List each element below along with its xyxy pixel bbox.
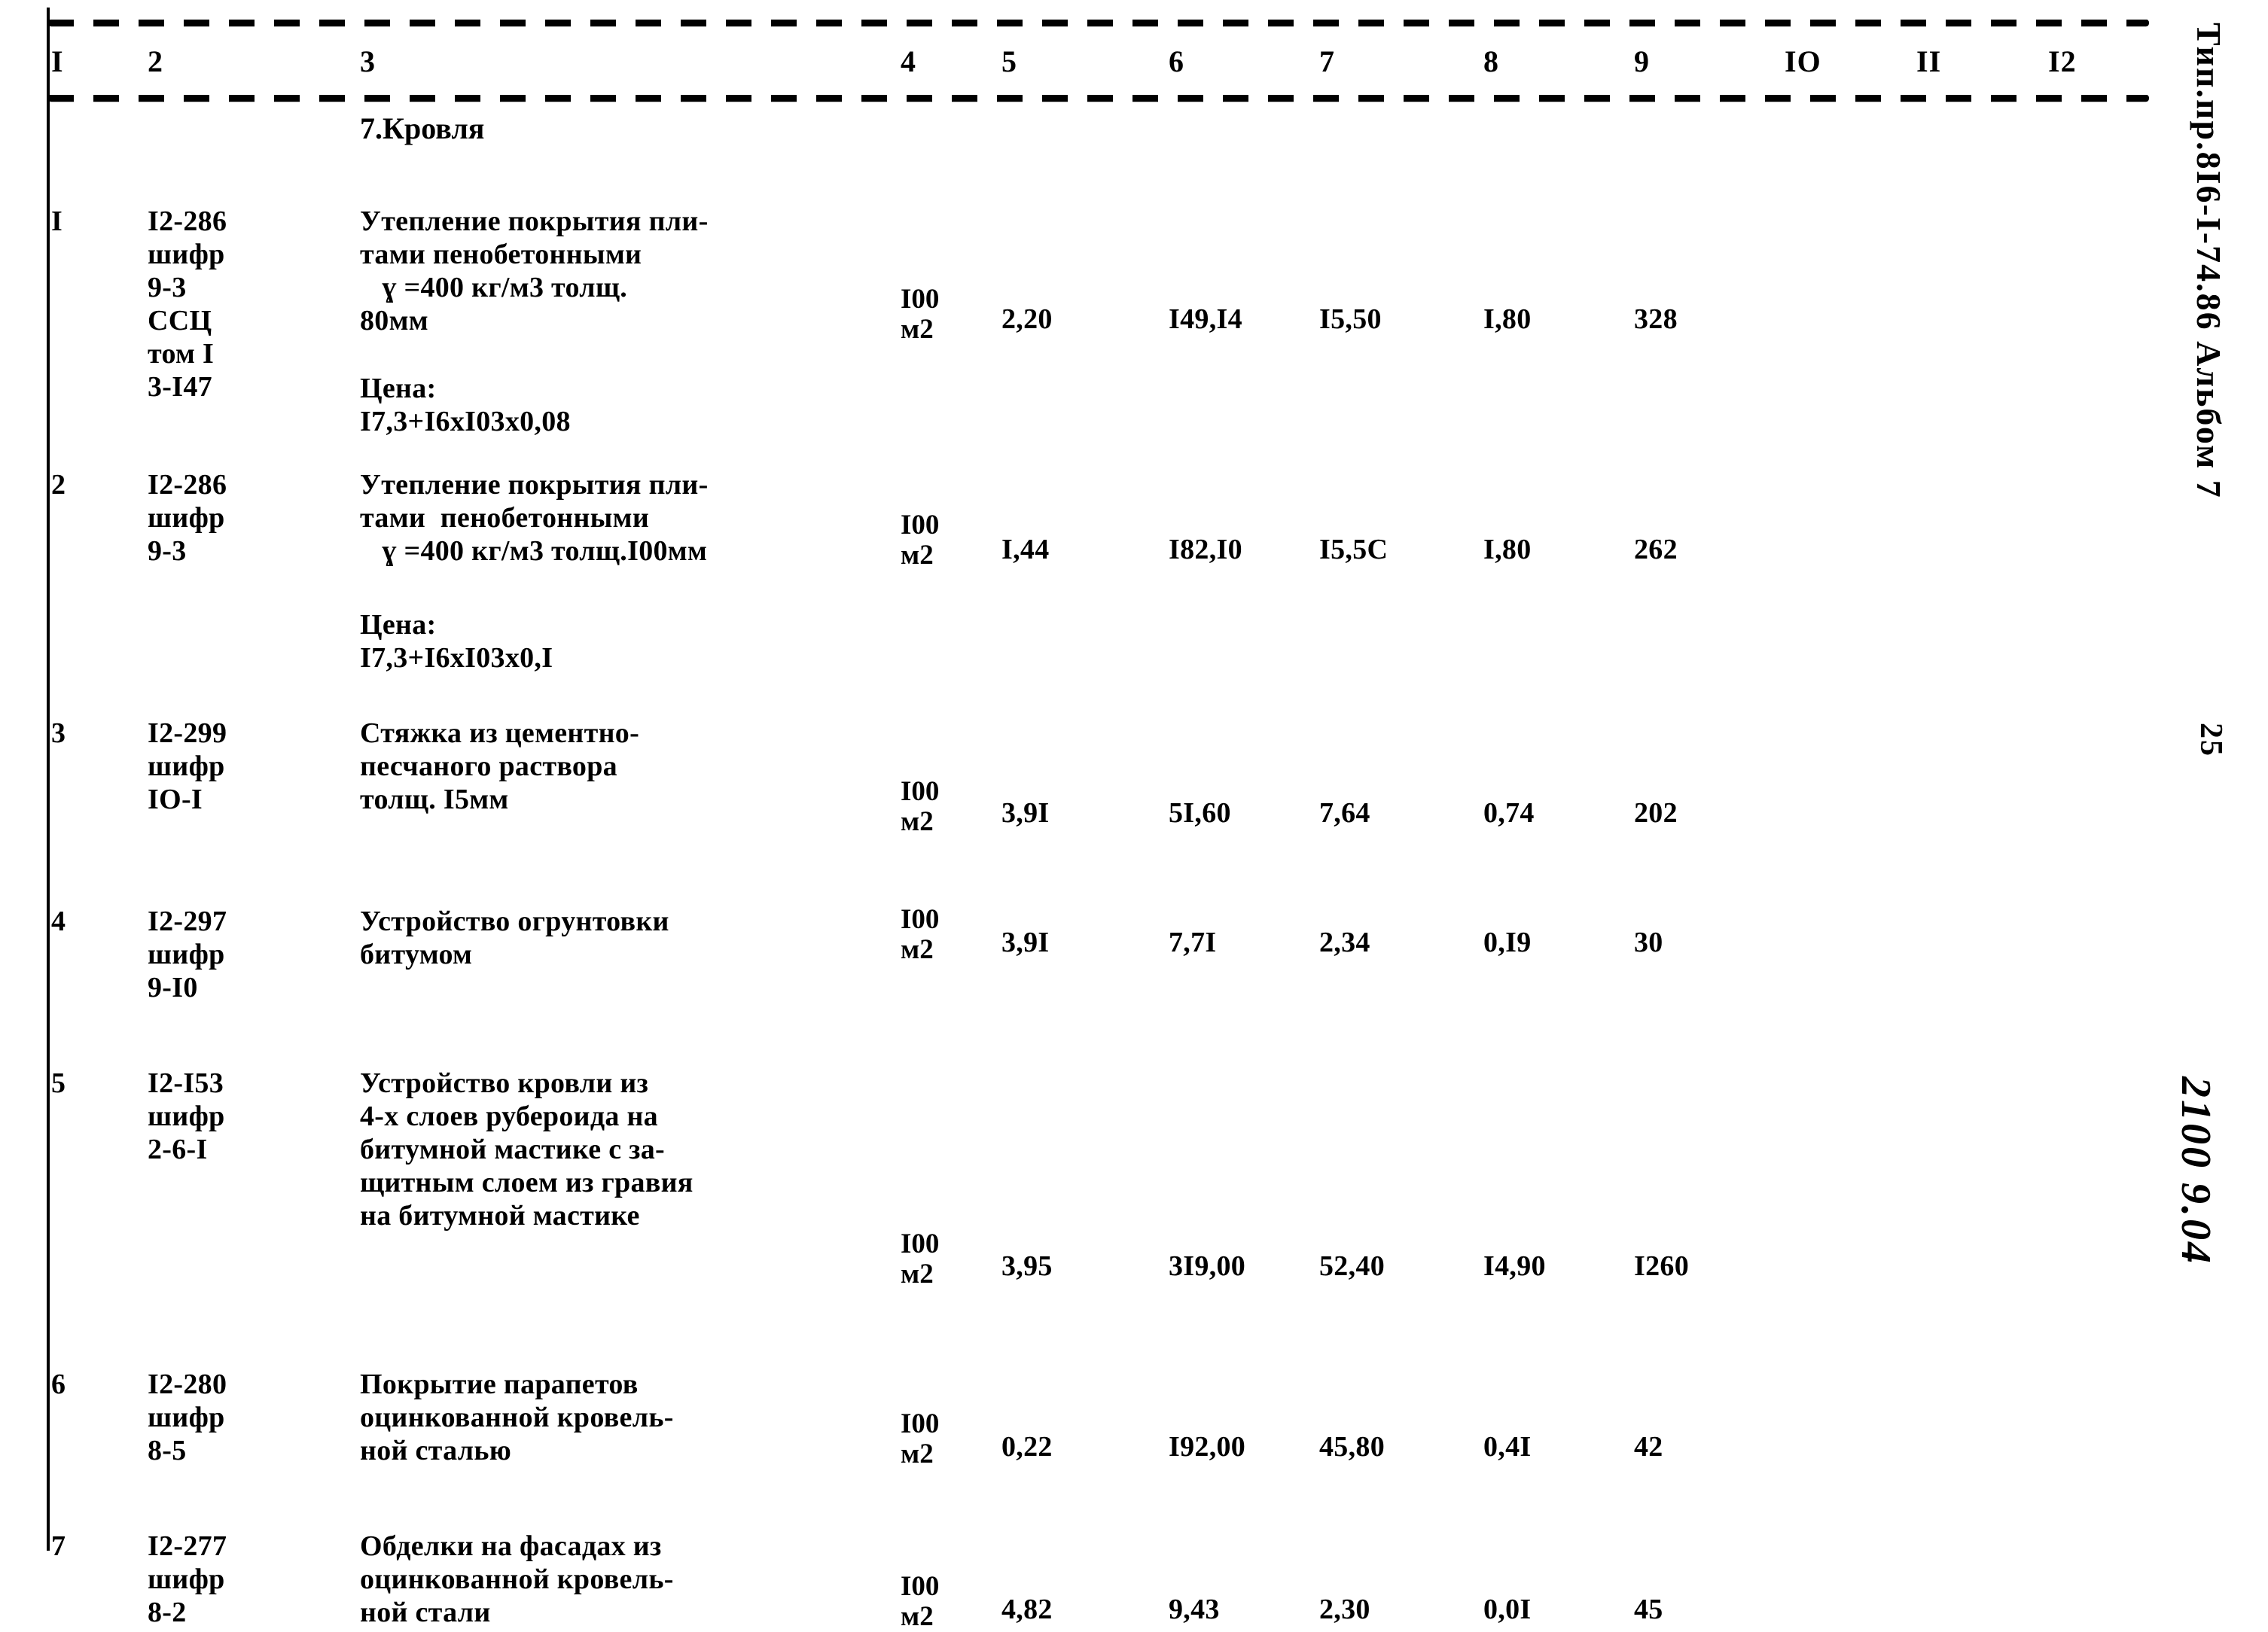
column-header-8: 8 <box>1483 44 1499 78</box>
column-header-5: 5 <box>1001 44 1017 78</box>
row-number: 5 <box>51 1067 66 1099</box>
row-value-total-cost: 7,7I <box>1169 927 1217 958</box>
row-price-note: Цена: I7,3+I6хI03х0,I <box>360 609 553 674</box>
row-value-labor-cost: I5,5С <box>1319 534 1389 565</box>
row-number: 2 <box>51 469 66 501</box>
row-value-quantity: 3,95 <box>1001 1250 1053 1282</box>
row-value-sum: 202 <box>1634 797 1678 829</box>
row-number: I <box>51 206 63 237</box>
row-description: Устройство огрунтовки битумом <box>360 906 669 970</box>
row-unit: I00 м2 <box>901 1571 940 1632</box>
row-number: 6 <box>51 1369 66 1400</box>
row-number: 4 <box>51 906 66 937</box>
column-header-IO: IO <box>1785 44 1821 78</box>
document-page: I 2 3 4 5 6 7 8 9 IO II I2 7.Кровля I I2-286 шифр 9-… <box>0 0 2268 1632</box>
column-header-2: 2 <box>148 44 163 78</box>
row-value-total-cost: I49,I4 <box>1169 303 1242 335</box>
row-value-machine-cost: I,80 <box>1483 303 1532 335</box>
row-unit: I00 м2 <box>901 776 940 837</box>
row-value-quantity: 3,9I <box>1001 797 1050 829</box>
row-description: Утепление покрытия пли- тами пенобетонны… <box>360 206 709 336</box>
handwritten-note: 2100 9.04 <box>2172 1076 2219 1265</box>
row-unit: I00 м2 <box>901 904 940 965</box>
row-value-quantity: 2,20 <box>1001 303 1053 335</box>
row-value-machine-cost: I,80 <box>1483 534 1532 565</box>
row-value-total-cost: 5I,60 <box>1169 797 1231 829</box>
row-description: Утепление покрытия пли- тами пенобетонны… <box>360 469 709 567</box>
row-value-labor-cost: 45,80 <box>1319 1431 1385 1463</box>
row-value-total-cost: I92,00 <box>1169 1431 1246 1463</box>
row-value-sum: 42 <box>1634 1431 1663 1463</box>
column-header-6: 6 <box>1169 44 1184 78</box>
row-value-labor-cost: I5,50 <box>1319 303 1382 335</box>
row-value-machine-cost: 0,0I <box>1483 1594 1532 1625</box>
row-unit: I00 м2 <box>901 1229 940 1289</box>
row-value-labor-cost: 2,30 <box>1319 1594 1370 1625</box>
row-value-total-cost: 9,43 <box>1169 1594 1220 1625</box>
row-value-quantity: 0,22 <box>1001 1431 1053 1463</box>
row-value-labor-cost: 52,40 <box>1319 1250 1385 1282</box>
column-header-9: 9 <box>1634 44 1650 78</box>
row-value-quantity: 4,82 <box>1001 1594 1053 1625</box>
row-value-sum: 30 <box>1634 927 1663 958</box>
column-header-3: 3 <box>360 44 376 78</box>
dashed-rule-top <box>48 20 2149 27</box>
row-price-note: Цена: I7,3+I6хI03х0,08 <box>360 373 571 437</box>
row-value-quantity: 3,9I <box>1001 927 1050 958</box>
row-value-labor-cost: 2,34 <box>1319 927 1370 958</box>
column-header-I2: I2 <box>2048 44 2077 78</box>
row-code: I2-280 шифр 8-5 <box>148 1369 227 1466</box>
dashed-rule-bottom <box>48 95 2149 102</box>
row-unit: I00 м2 <box>901 510 940 571</box>
row-value-sum: I260 <box>1634 1250 1689 1282</box>
table-body: I I2-286 шифр 9-3 ССЦ том I 3-I47 Утеплени… <box>0 113 2268 1632</box>
row-description: Устройство кровли из 4-х слоев рубероида… <box>360 1067 694 1232</box>
column-header-4: 4 <box>901 44 916 78</box>
row-value-sum: 262 <box>1634 534 1678 565</box>
row-number: 7 <box>51 1530 66 1562</box>
row-value-total-cost: I82,I0 <box>1169 534 1242 565</box>
row-value-machine-cost: 0,I9 <box>1483 927 1532 958</box>
row-value-labor-cost: 7,64 <box>1319 797 1370 829</box>
row-code: I2-I53 шифр 2-6-I <box>148 1067 225 1165</box>
row-value-sum: 45 <box>1634 1594 1663 1625</box>
row-value-total-cost: 3I9,00 <box>1169 1250 1246 1282</box>
row-description: Стяжка из цементно- песчаного раствора т… <box>360 717 640 815</box>
row-code: I2-277 шифр 8-2 <box>148 1530 227 1628</box>
page-number-stamp: 25 <box>2193 723 2228 757</box>
row-unit: I00 м2 <box>901 284 940 345</box>
column-header-I: I <box>51 44 64 78</box>
row-description: Покрытие парапетов оцинкованной кровель-… <box>360 1369 674 1466</box>
column-header-7: 7 <box>1319 44 1335 78</box>
row-unit: I00 м2 <box>901 1408 940 1469</box>
row-code: I2-286 шифр 9-3 ССЦ том I 3-I47 <box>148 206 227 403</box>
row-description: Обделки на фасадах из оцинкованной крове… <box>360 1530 674 1628</box>
row-code: I2-297 шифр 9-I0 <box>148 906 227 1003</box>
row-code: I2-286 шифр 9-3 <box>148 469 227 567</box>
row-value-machine-cost: 0,4I <box>1483 1431 1532 1463</box>
row-number: 3 <box>51 717 66 749</box>
row-value-machine-cost: 0,74 <box>1483 797 1535 829</box>
row-value-machine-cost: I4,90 <box>1483 1250 1546 1282</box>
row-code: I2-299 шифр IO-I <box>148 717 227 815</box>
project-code-stamp: Тип.пр.8I6-I-74.86 Альбом 7 <box>2190 23 2228 499</box>
column-header-II: II <box>1916 44 1942 78</box>
row-value-quantity: I,44 <box>1001 534 1050 565</box>
row-value-sum: 328 <box>1634 303 1678 335</box>
